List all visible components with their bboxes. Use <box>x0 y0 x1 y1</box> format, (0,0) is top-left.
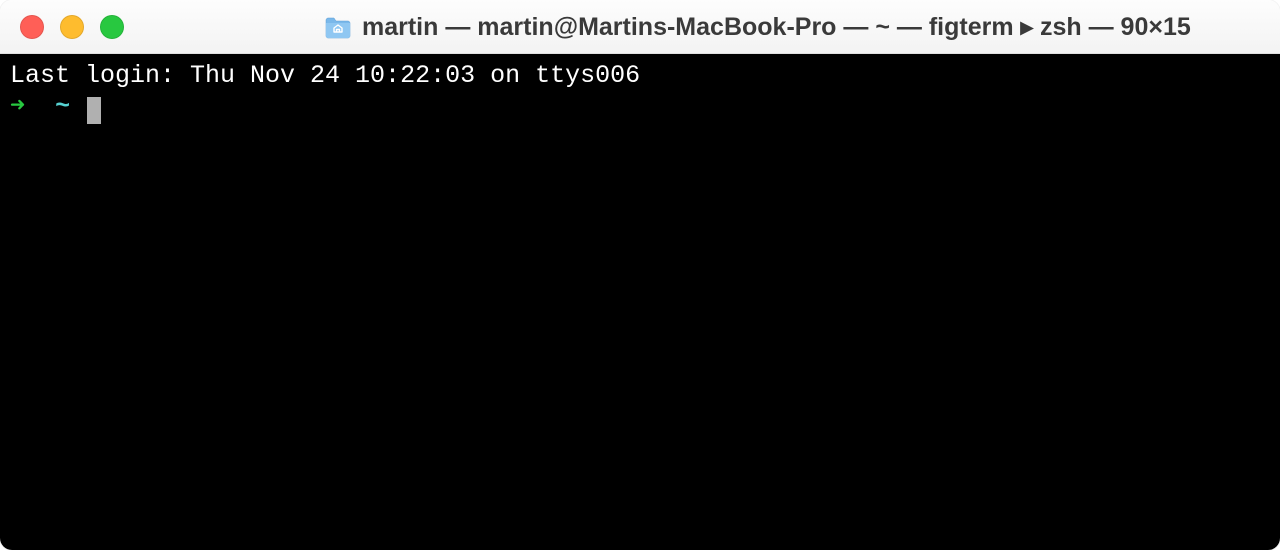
titlebar[interactable]: martin — martin@Martins-MacBook-Pro — ~ … <box>0 0 1280 54</box>
window-title: martin — martin@Martins-MacBook-Pro — ~ … <box>362 12 1191 42</box>
prompt-line: ➜ ~ <box>10 91 1270 122</box>
prompt-cwd: ~ <box>55 92 70 121</box>
home-folder-icon <box>324 16 352 38</box>
traffic-lights <box>20 15 124 39</box>
close-button[interactable] <box>20 15 44 39</box>
last-login-line: Last login: Thu Nov 24 10:22:03 on ttys0… <box>10 60 1270 91</box>
prompt-arrow-icon: ➜ <box>10 92 25 121</box>
minimize-button[interactable] <box>60 15 84 39</box>
terminal-body[interactable]: Last login: Thu Nov 24 10:22:03 on ttys0… <box>0 54 1280 550</box>
terminal-window: martin — martin@Martins-MacBook-Pro — ~ … <box>0 0 1280 550</box>
cursor <box>87 97 101 124</box>
title-content: martin — martin@Martins-MacBook-Pro — ~ … <box>174 12 1211 42</box>
zoom-button[interactable] <box>100 15 124 39</box>
